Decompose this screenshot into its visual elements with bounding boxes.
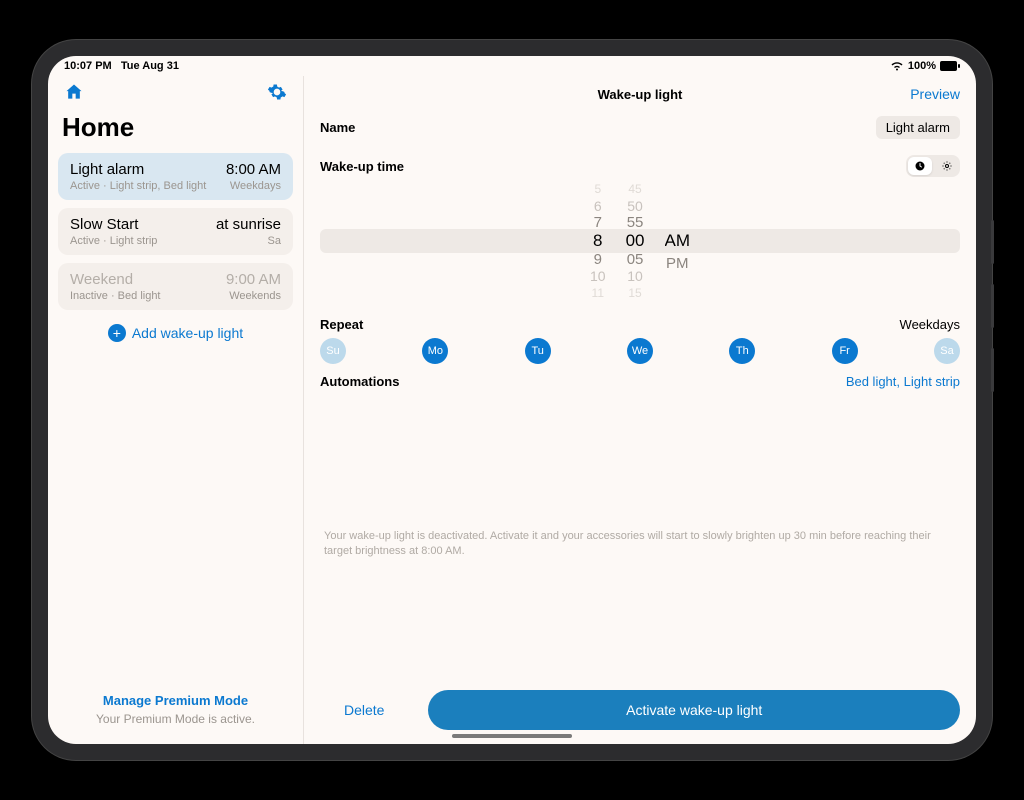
premium-sub: Your Premium Mode is active.: [58, 712, 293, 726]
name-field[interactable]: Light alarm: [876, 116, 960, 139]
day-toggle[interactable]: Th: [729, 338, 755, 364]
add-label: Add wake-up light: [132, 325, 243, 341]
preview-button[interactable]: Preview: [910, 86, 960, 102]
day-toggle[interactable]: We: [627, 338, 653, 364]
alarm-time: 8:00 AM: [226, 161, 281, 178]
alarm-time: 9:00 AM: [226, 271, 281, 288]
alarm-sub-left: Active · Light strip: [70, 235, 157, 247]
gear-icon[interactable]: [265, 80, 289, 104]
device-side-buttons: [991, 220, 994, 392]
picker-item[interactable]: AM: [665, 229, 691, 253]
device-frame: 10:07 PM Tue Aug 31 100%: [32, 40, 992, 760]
battery-percent: 100%: [908, 60, 936, 72]
wake-time-label: Wake-up time: [320, 159, 404, 174]
activate-button[interactable]: Activate wake-up light: [428, 690, 960, 730]
alarm-sub-right: Sa: [268, 235, 281, 247]
time-mode-toggle[interactable]: [906, 155, 960, 177]
picker-item[interactable]: 00: [626, 231, 645, 251]
sidebar-footer: Manage Premium Mode Your Premium Mode is…: [58, 685, 293, 734]
automations-link[interactable]: Bed light, Light strip: [846, 374, 960, 389]
alarm-card[interactable]: Light alarm 8:00 AM Active · Light strip, …: [58, 153, 293, 200]
picker-item[interactable]: 5: [594, 181, 601, 198]
alarm-sub-right: Weekdays: [230, 180, 281, 192]
alarm-name: Weekend: [70, 271, 133, 288]
day-toggle[interactable]: Mo: [422, 338, 448, 364]
status-right: 100%: [890, 60, 960, 72]
days-row: Su Mo Tu We Th Fr Sa: [320, 334, 960, 374]
wifi-icon: [890, 61, 904, 71]
picker-item[interactable]: 7: [594, 214, 602, 231]
alarm-card[interactable]: Slow Start at sunrise Active · Light strip…: [58, 208, 293, 255]
status-date: Tue Aug 31: [121, 60, 179, 72]
alarm-time: at sunrise: [216, 216, 281, 233]
main-panel: Wake-up light Preview Name Light alarm W…: [304, 76, 976, 744]
minute-column[interactable]: 45505500051015: [626, 181, 645, 301]
repeat-label: Repeat: [320, 317, 363, 332]
alarm-sub-left: Inactive · Bed light: [70, 290, 161, 302]
home-icon[interactable]: [62, 80, 86, 104]
plus-icon: +: [108, 324, 126, 342]
picker-item[interactable]: 9: [594, 251, 602, 268]
alarm-name: Light alarm: [70, 161, 144, 178]
picker-item[interactable]: PM: [666, 253, 689, 273]
premium-link[interactable]: Manage Premium Mode: [58, 693, 293, 708]
content: Home Light alarm 8:00 AM Active · Light st…: [48, 76, 976, 744]
picker-item[interactable]: 05: [627, 251, 644, 268]
picker-item[interactable]: 10: [627, 268, 643, 285]
page-title: Wake-up light: [598, 87, 683, 102]
repeat-summary: Weekdays: [900, 317, 960, 332]
battery-icon: [940, 61, 960, 71]
home-indicator: [452, 734, 572, 738]
ampm-column[interactable]: AMPM: [665, 181, 691, 301]
day-toggle[interactable]: Fr: [832, 338, 858, 364]
status-bar: 10:07 PM Tue Aug 31 100%: [48, 56, 976, 76]
picker-item[interactable]: 8: [593, 231, 602, 251]
picker-item[interactable]: 45: [628, 181, 641, 198]
sidebar: Home Light alarm 8:00 AM Active · Light st…: [48, 76, 304, 744]
alarm-name: Slow Start: [70, 216, 138, 233]
sidebar-title: Home: [58, 108, 293, 153]
day-toggle[interactable]: Tu: [525, 338, 551, 364]
alarm-card[interactable]: Weekend 9:00 AM Inactive · Bed light Weeken…: [58, 263, 293, 310]
picker-item[interactable]: 50: [627, 198, 643, 215]
name-label: Name: [320, 120, 355, 135]
day-toggle[interactable]: Su: [320, 338, 346, 364]
status-left: 10:07 PM Tue Aug 31: [64, 60, 179, 72]
add-wake-up-button[interactable]: + Add wake-up light: [58, 318, 293, 348]
time-picker[interactable]: 567891011 45505500051015 AMPM: [320, 181, 960, 301]
info-text: Your wake-up light is deactivated. Activ…: [320, 529, 960, 560]
picker-item[interactable]: 55: [627, 214, 644, 231]
status-time: 10:07 PM: [64, 60, 112, 72]
picker-item[interactable]: 15: [628, 285, 641, 302]
hour-column[interactable]: 567891011: [590, 181, 606, 301]
picker-item[interactable]: 10: [590, 268, 606, 285]
picker-item[interactable]: 11: [592, 285, 604, 302]
day-toggle[interactable]: Sa: [934, 338, 960, 364]
sun-mode-icon[interactable]: [934, 155, 960, 177]
picker-item[interactable]: 6: [594, 198, 602, 215]
automations-label: Automations: [320, 374, 399, 389]
alarm-sub-left: Active · Light strip, Bed light: [70, 180, 206, 192]
delete-button[interactable]: Delete: [320, 692, 408, 728]
alarm-sub-right: Weekends: [229, 290, 281, 302]
clock-mode-icon[interactable]: [908, 157, 932, 175]
screen: 10:07 PM Tue Aug 31 100%: [48, 56, 976, 744]
